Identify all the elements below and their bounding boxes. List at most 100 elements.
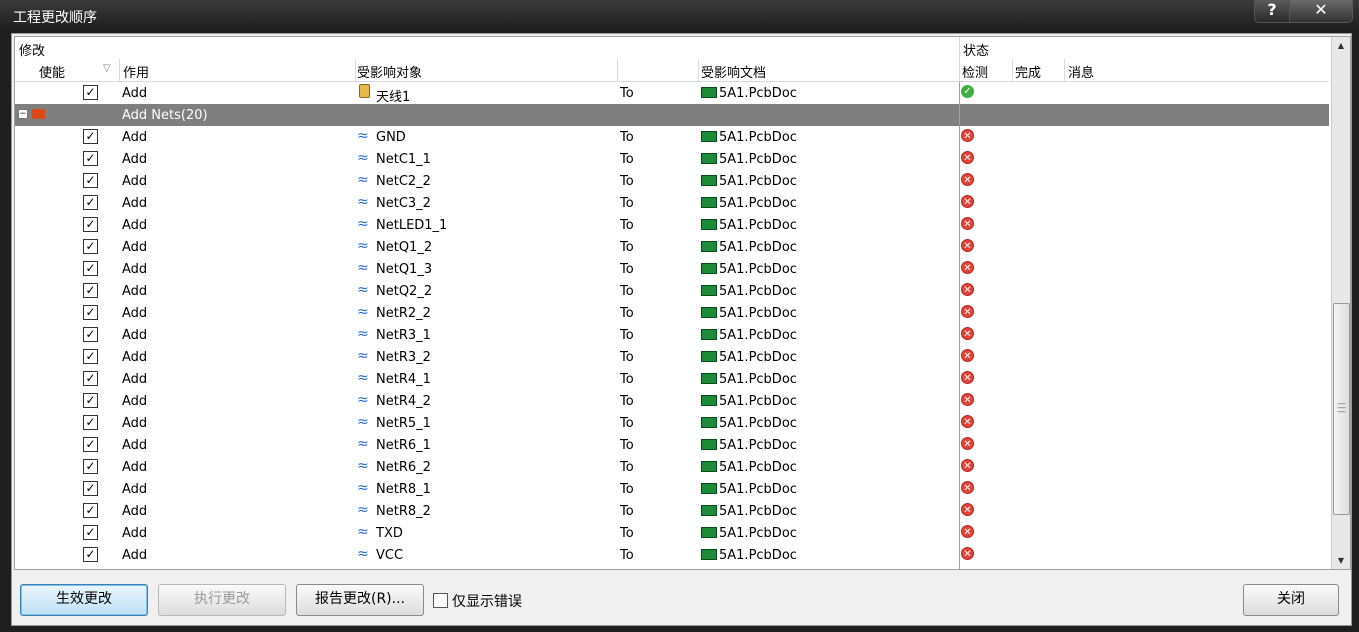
col-header-doc[interactable]: 受影响文档 [701,62,766,81]
vertical-scrollbar[interactable]: ▲ — — — ▼ [1331,37,1350,569]
col-divider[interactable] [698,59,699,81]
eco-dialog-window: 工程更改顺序 ? ✕ 修改 状态 使能 ▽ 作用 受影响对象 受影响文档 检测 [0,0,1359,632]
document-cell: 5A1.PcbDoc [719,328,797,343]
enable-checkbox[interactable]: ✓ [83,239,98,254]
enable-checkbox[interactable]: ✓ [83,437,98,452]
table-row[interactable]: ✓ Add ≈ VCC To 5A1.PcbDoc ✕ [15,544,1329,566]
scroll-up-icon[interactable]: ▲ [1332,37,1350,54]
table-row[interactable]: ✓ Add ≈ NetQ1_3 To 5A1.PcbDoc ✕ [15,258,1329,280]
table-row[interactable]: ✓ Add ≈ NetQ2_2 To 5A1.PcbDoc ✕ [15,280,1329,302]
sort-indicator-icon[interactable]: ▽ [103,63,111,74]
to-cell: To [620,328,634,343]
enable-checkbox[interactable]: ✓ [83,195,98,210]
table-row[interactable]: ✓ Add ≈ NetR6_2 To 5A1.PcbDoc ✕ [15,456,1329,478]
enable-checkbox[interactable]: ✓ [83,525,98,540]
enable-checkbox[interactable]: ✓ [83,283,98,298]
object-cell: NetR8_1 [376,482,431,497]
only-show-errors-checkbox[interactable] [433,593,448,608]
scroll-thumb[interactable]: — — — [1333,303,1350,515]
table-row[interactable]: ✓ Add ≈ TXD To 5A1.PcbDoc ✕ [15,522,1329,544]
table-row[interactable]: ✓ Add ≈ NetR8_1 To 5A1.PcbDoc ✕ [15,478,1329,500]
table-row[interactable]: ✓ Add ≈ NetR2_2 To 5A1.PcbDoc ✕ [15,302,1329,324]
close-window-button[interactable]: ✕ [1289,0,1353,23]
header-status: 状态 [963,44,990,59]
pcb-document-icon [701,461,717,472]
net-icon: ≈ [357,172,369,188]
enable-checkbox[interactable]: ✓ [83,261,98,276]
table-row[interactable]: ✓ Add ≈ NetC3_2 To 5A1.PcbDoc ✕ [15,192,1329,214]
execute-changes-button[interactable]: 执行更改 [158,584,286,616]
pcb-document-icon [701,131,717,142]
enable-checkbox[interactable]: ✓ [83,305,98,320]
object-cell: NetLED1_1 [376,218,448,233]
enable-checkbox[interactable]: ✓ [83,349,98,364]
error-icon: ✕ [961,173,974,186]
col-divider[interactable] [1064,59,1065,81]
table-row[interactable]: ✓ Add ≈ NetR4_1 To 5A1.PcbDoc ✕ [15,368,1329,390]
enable-checkbox[interactable]: ✓ [83,85,98,100]
error-icon: ✕ [961,305,974,318]
col-header-action[interactable]: 作用 [123,62,149,81]
to-cell: To [620,284,634,299]
net-icon: ≈ [357,348,369,364]
table-row[interactable]: ✓ Add ≈ NetR3_1 To 5A1.PcbDoc ✕ [15,324,1329,346]
enable-checkbox[interactable]: ✓ [83,371,98,386]
table-row[interactable]: ✓ Add ≈ NetQ1_2 To 5A1.PcbDoc ✕ [15,236,1329,258]
enable-checkbox[interactable]: ✓ [83,217,98,232]
document-cell: 5A1.PcbDoc [719,548,797,563]
table-row[interactable]: ✓ Add ≈ NetR8_2 To 5A1.PcbDoc ✕ [15,500,1329,522]
object-cell: NetQ2_2 [376,284,433,299]
pcb-document-icon [701,329,717,340]
table-row[interactable]: ✓ Add ≈ NetC1_1 To 5A1.PcbDoc ✕ [15,148,1329,170]
report-changes-button[interactable]: 报告更改(R)... [296,584,424,616]
to-cell: To [620,262,634,277]
enable-checkbox[interactable]: ✓ [83,151,98,166]
enable-checkbox[interactable]: ✓ [83,129,98,144]
col-divider[interactable] [959,59,960,81]
enable-checkbox[interactable]: ✓ [83,503,98,518]
table-row[interactable]: ✓ Add ≈ GND To 5A1.PcbDoc ✕ [15,126,1329,148]
enable-checkbox[interactable]: ✓ [83,327,98,342]
error-icon: ✕ [961,239,974,252]
enable-checkbox[interactable]: ✓ [83,481,98,496]
title-bar[interactable]: 工程更改顺序 ? ✕ [0,0,1359,30]
collapse-icon[interactable]: − [18,109,28,119]
table-row[interactable]: ✓ Add ≈ NetR3_2 To 5A1.PcbDoc ✕ [15,346,1329,368]
enable-checkbox[interactable]: ✓ [83,459,98,474]
col-header-object[interactable]: 受影响对象 [357,62,422,81]
col-divider[interactable] [617,59,618,81]
enable-checkbox[interactable]: ✓ [83,415,98,430]
document-cell: 5A1.PcbDoc [719,262,797,277]
table-row[interactable]: ✓ Add ≈ NetC2_2 To 5A1.PcbDoc ✕ [15,170,1329,192]
table-row[interactable]: ✓ Add ≈ NetR6_1 To 5A1.PcbDoc ✕ [15,434,1329,456]
table-row[interactable]: ✓ Add 天线1 To 5A1.PcbDoc ✓ [15,82,1329,105]
col-header-enable[interactable]: 使能 [39,62,65,81]
close-button[interactable]: 关闭 [1243,584,1339,616]
validate-changes-button[interactable]: 生效更改 [20,584,148,616]
document-cell: 5A1.PcbDoc [719,86,797,101]
document-cell: 5A1.PcbDoc [719,438,797,453]
action-cell: Add [122,130,148,145]
action-cell: Add [122,152,148,167]
col-divider[interactable] [355,59,356,81]
col-header-check[interactable]: 检测 [962,62,988,81]
table-row[interactable]: ✓ Add ≈ NetLED1_1 To 5A1.PcbDoc ✕ [15,214,1329,236]
group-row[interactable]: − Add Nets(20) [15,104,1329,126]
table-row[interactable]: ✓ Add ≈ NetR4_2 To 5A1.PcbDoc ✕ [15,390,1329,412]
table-row[interactable]: ✓ Add ≈ NetR5_1 To 5A1.PcbDoc ✕ [15,412,1329,434]
col-divider[interactable] [1012,59,1013,81]
object-cell: NetC2_2 [376,174,431,189]
col-divider[interactable] [119,59,120,81]
enable-checkbox[interactable]: ✓ [83,173,98,188]
object-cell: NetQ1_3 [376,262,433,277]
scroll-down-icon[interactable]: ▼ [1332,552,1350,569]
only-show-errors-label[interactable]: 仅显示错误 [452,591,522,611]
error-icon: ✕ [961,503,974,516]
col-header-done[interactable]: 完成 [1015,62,1041,81]
col-header-message[interactable]: 消息 [1068,62,1094,81]
enable-checkbox[interactable]: ✓ [83,393,98,408]
rows-container: ✓ Add 天线1 To 5A1.PcbDoc ✓ − Add Nets(20) ✓ Add ≈ GN… [15,82,1329,569]
enable-checkbox[interactable]: ✓ [83,547,98,562]
help-button[interactable]: ? [1254,0,1290,23]
error-icon: ✕ [961,371,974,384]
